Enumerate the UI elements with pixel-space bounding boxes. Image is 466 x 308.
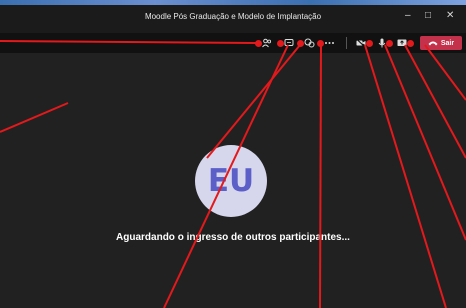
annotation-dot [297,39,304,47]
window-title: Moodle Pós Graduação e Modelo de Implant… [144,12,322,21]
phone-hangup-icon [428,41,438,46]
avatar: EU [195,145,267,217]
leave-button[interactable]: Sair [420,36,462,50]
more-actions-button[interactable] [317,36,335,50]
minimize-button[interactable]: – [405,10,411,21]
chat-button[interactable] [277,36,294,50]
camera-button[interactable] [356,36,373,50]
avatar-initials: EU [207,163,255,199]
annotation-dot [386,39,393,47]
toolbar-separator [346,37,347,49]
waiting-message: Aguardando o ingresso de outros particip… [116,232,350,243]
microphone-button[interactable] [378,36,393,50]
leave-label: Sair [440,39,455,47]
maximize-button[interactable]: □ [425,10,431,21]
annotation-dot [277,39,284,47]
chat-icon [284,39,294,46]
share-screen-icon [397,39,407,46]
camera-off-icon [356,38,366,48]
microphone-icon [378,38,386,48]
share-screen-button[interactable] [397,36,414,50]
participants-button[interactable] [255,36,272,50]
close-window-button[interactable]: ✕ [446,10,454,21]
annotation-dot [407,39,414,47]
annotation-dot [317,39,324,47]
reactions-button[interactable] [297,36,315,50]
annotation-dot [366,39,373,47]
reactions-icon [304,38,315,48]
participants-icon [262,38,272,48]
title-bar: Moodle Pós Graduação e Modelo de Implant… [0,5,466,33]
more-actions-icon [325,42,334,44]
annotation-dot [255,39,262,47]
